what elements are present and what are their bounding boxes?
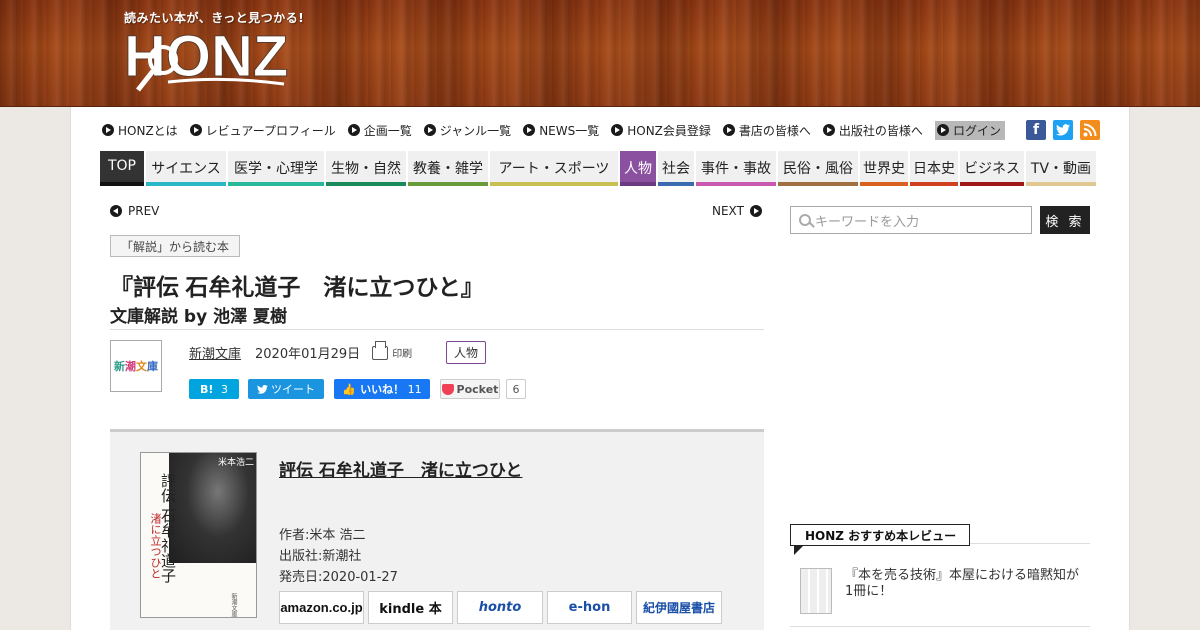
- toplink-projects[interactable]: 企画一覧: [347, 122, 412, 139]
- tweet-button[interactable]: ツイート: [248, 379, 324, 399]
- nav-science[interactable]: サイエンス: [146, 151, 226, 186]
- pocket-button[interactable]: Pocket: [440, 379, 500, 399]
- toplink-register[interactable]: HONZ会員登録: [611, 122, 711, 139]
- nav-medicine-psychology[interactable]: 医学・心理学: [228, 151, 324, 186]
- store-kinokuniya-button[interactable]: 紀伊國屋書店: [636, 591, 722, 624]
- arrow-icon: [822, 124, 835, 136]
- divider: [110, 329, 764, 330]
- publisher-logo[interactable]: 新潮文庫: [110, 340, 162, 392]
- printer-icon: [372, 340, 389, 360]
- cover-subtitle: 渚に立つひと: [149, 513, 162, 579]
- arrow-icon: [611, 124, 624, 136]
- thumbs-up-icon: 👍: [342, 382, 357, 396]
- speech-tail: [794, 545, 804, 555]
- arrow-left-icon: [110, 205, 122, 217]
- facebook-icon[interactable]: f: [1026, 120, 1046, 140]
- toplink-publishers[interactable]: 出版社の皆様へ: [822, 122, 923, 139]
- arrow-icon: [347, 124, 360, 136]
- store-amazon-button[interactable]: amazon.co.jp: [279, 591, 364, 624]
- pocket-count: 6: [506, 379, 526, 399]
- login-button[interactable]: ログイン: [934, 120, 1005, 140]
- nav-culture-trivia[interactable]: 教養・雑学: [408, 151, 488, 186]
- toplink-about[interactable]: HONZとは: [102, 122, 178, 139]
- nav-tv-video[interactable]: TV・動画: [1026, 151, 1096, 186]
- twitter-icon: [257, 384, 268, 394]
- search-button[interactable]: 検 索: [1040, 206, 1090, 234]
- nav-japan-history[interactable]: 日本史: [910, 151, 958, 186]
- store-honto-button[interactable]: honto: [457, 591, 543, 624]
- nav-business[interactable]: ビジネス: [960, 151, 1024, 186]
- arrow-icon: [102, 124, 114, 136]
- nav-biology-nature[interactable]: 生物・自然: [326, 151, 406, 186]
- publisher-link[interactable]: 新潮文庫: [189, 343, 241, 362]
- search-icon: [799, 214, 811, 226]
- toplink-genres[interactable]: ジャンル一覧: [423, 122, 511, 139]
- pocket-icon: [441, 383, 454, 395]
- toplink-news[interactable]: NEWS一覧: [523, 122, 599, 139]
- arrow-icon: [523, 124, 536, 136]
- prev-link[interactable]: PREV: [104, 204, 159, 218]
- hatena-bookmark-button[interactable]: B! 3: [189, 379, 239, 399]
- category-tag[interactable]: 人物: [446, 341, 486, 364]
- nav-people[interactable]: 人物: [620, 151, 656, 186]
- twitter-icon[interactable]: [1053, 120, 1073, 140]
- toplink-reviewers[interactable]: レビュアープロフィール: [189, 122, 336, 139]
- nav-folklore[interactable]: 民俗・風俗: [778, 151, 858, 186]
- arrow-icon: [722, 124, 735, 136]
- arrow-right-icon: [749, 205, 762, 217]
- site-header: 読みたい本が、きっと見つかる! HONZ: [0, 0, 1200, 107]
- search-input[interactable]: キーワードを入力: [790, 206, 1032, 234]
- toplink-bookstores[interactable]: 書店の皆様へ: [722, 122, 811, 139]
- arrow-icon: [189, 124, 202, 136]
- store-kindle-button[interactable]: kindle 本: [368, 591, 453, 624]
- arrow-icon: [936, 124, 949, 136]
- honz-logo[interactable]: HONZ: [124, 24, 288, 98]
- divider: [790, 626, 1090, 627]
- article-subtitle: 文庫解説 by 池澤 夏樹: [110, 307, 288, 327]
- nav-incidents[interactable]: 事件・事故: [696, 151, 776, 186]
- recommend-heading: HONZ おすすめ本レビュー: [790, 524, 970, 546]
- book-author: 作者:米本 浩二: [279, 528, 366, 543]
- nav-world-history[interactable]: 世界史: [860, 151, 908, 186]
- publish-date: 2020年01月29日: [255, 347, 361, 362]
- cover-publisher: 新潮文庫: [230, 593, 237, 617]
- book-title-link[interactable]: 評伝 石牟礼道子 渚に立つひと: [279, 456, 522, 481]
- arrow-icon: [423, 124, 436, 136]
- book-publisher: 出版社:新潮社: [279, 549, 362, 564]
- facebook-like-button[interactable]: 👍 いいね！ 11: [334, 379, 430, 399]
- nav-top[interactable]: TOP: [100, 151, 144, 186]
- recommend-item-link[interactable]: 『本を売る技術』本屋における暗黙知が1冊に！: [845, 568, 1085, 600]
- recommend-thumbnail[interactable]: [800, 568, 832, 614]
- next-link[interactable]: NEXT: [712, 204, 768, 218]
- article-title: 『評伝 石牟礼道子 渚に立つひと』: [110, 274, 484, 300]
- cover-photo: [169, 453, 256, 563]
- rss-icon[interactable]: [1080, 120, 1100, 140]
- nav-art-sports[interactable]: アート・スポーツ: [490, 151, 618, 186]
- cover-author: 米本浩二: [217, 458, 254, 468]
- nav-society[interactable]: 社会: [658, 151, 694, 186]
- article-meta: 新潮文庫 2020年01月29日 印刷: [189, 340, 412, 362]
- store-ehon-button[interactable]: e-hon: [547, 591, 632, 624]
- book-cover[interactable]: 米本浩二 評伝 石牟礼道子 渚に立つひと 新潮文庫: [140, 452, 257, 618]
- top-links: HONZとは レビュアープロフィール 企画一覧 ジャンル一覧 NEWS一覧 HO…: [102, 120, 1017, 140]
- book-release-date: 発売日:2020-01-27: [279, 570, 398, 585]
- genre-nav: TOP サイエンス 医学・心理学 生物・自然 教養・雑学 アート・スポーツ 人物…: [100, 151, 1096, 186]
- series-label[interactable]: 「解説」から読む本: [110, 235, 241, 257]
- print-button[interactable]: 印刷: [372, 340, 412, 360]
